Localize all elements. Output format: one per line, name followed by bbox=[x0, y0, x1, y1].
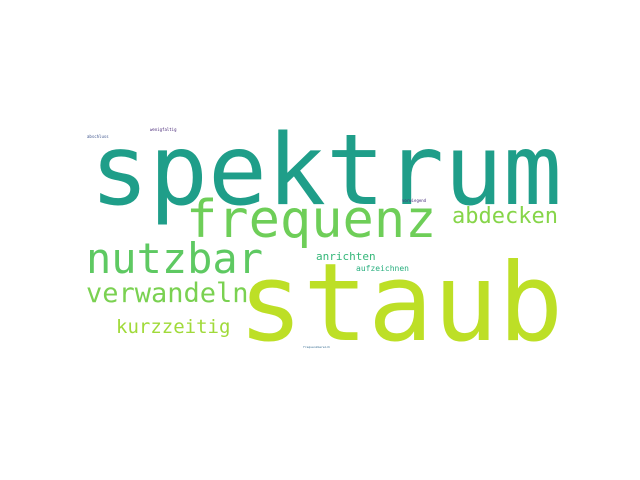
word-nutzbar: nutzbar bbox=[86, 234, 264, 283]
word-abdecken: abdecken bbox=[452, 204, 558, 229]
word-vorwiegend: vorwiegend bbox=[402, 198, 427, 203]
word-frequenzbereich: frequenzbereich bbox=[303, 345, 331, 349]
word-wenigfaltig: wenigfaltig bbox=[150, 127, 177, 132]
word-abschluss: abschluss bbox=[87, 134, 109, 139]
word-kurzzeitig: kurzzeitig bbox=[116, 316, 231, 338]
word-anrichten: anrichten bbox=[316, 250, 376, 263]
word-cloud: spektrum staub frequenz nutzbar verwande… bbox=[0, 0, 640, 480]
word-aufzeichnen: aufzeichnen bbox=[356, 264, 409, 273]
word-verwandeln: verwandeln bbox=[86, 278, 249, 309]
